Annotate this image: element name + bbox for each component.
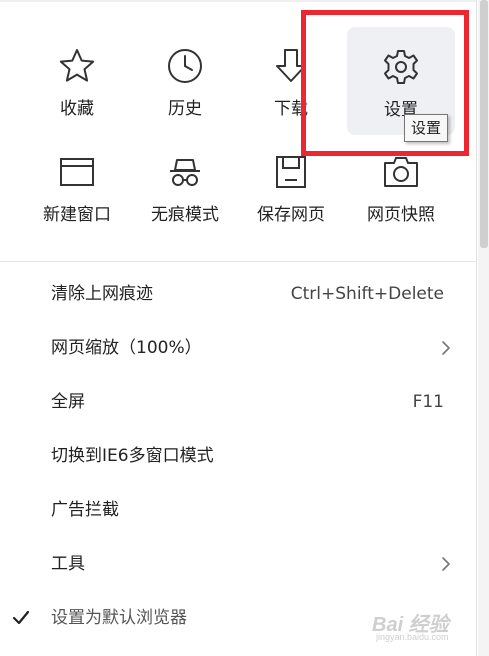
save-page-label: 保存网页 xyxy=(257,205,325,225)
clock-icon xyxy=(165,46,205,86)
panel-edge xyxy=(476,0,477,656)
quick-favorites-button[interactable]: 收藏 xyxy=(23,26,131,134)
window-icon xyxy=(57,152,97,192)
top-border xyxy=(0,0,476,2)
menu-item-ie6-mode[interactable]: 切换到IE6多窗口模式 xyxy=(0,429,476,483)
menu-item-label: 全屏 xyxy=(51,392,85,412)
chevron-right-icon xyxy=(438,556,454,572)
incognito-icon xyxy=(165,152,205,192)
menu-item-label: 清除上网痕迹 xyxy=(51,284,153,304)
menu-item-label: 切换到IE6多窗口模式 xyxy=(51,446,214,466)
quick-history-button[interactable]: 历史 xyxy=(131,26,239,134)
menu-item-label: 网页缩放（100%） xyxy=(51,338,202,358)
save-icon xyxy=(271,152,311,192)
menu-item-shortcut: Ctrl+Shift+Delete xyxy=(290,284,444,304)
favorites-label: 收藏 xyxy=(60,99,94,119)
menu-item-label: 广告拦截 xyxy=(51,500,119,520)
menu-item-label: 设置为默认浏览器 xyxy=(51,608,187,628)
quick-new-window-button[interactable]: 新建窗口 xyxy=(23,132,131,240)
menu-item-clear-history[interactable]: 清除上网痕迹 Ctrl+Shift+Delete xyxy=(0,267,476,321)
watermark-sub: jingyan.baidu.com xyxy=(376,632,449,642)
menu-item-ad-block[interactable]: 广告拦截 xyxy=(0,483,476,537)
menu-divider xyxy=(0,261,476,262)
scrollbar-thumb[interactable] xyxy=(480,0,488,248)
menu-item-shortcut: F11 xyxy=(412,392,444,412)
browser-menu-panel: 收藏 历史 下载 设置 新建窗口 无痕模式 保存网页 网页快照 设置 清除上网痕… xyxy=(0,0,489,656)
baidu-watermark: Bai 经验 jingyan.baidu.com xyxy=(372,608,468,648)
new-window-label: 新建窗口 xyxy=(43,205,111,225)
menu-item-tools[interactable]: 工具 xyxy=(0,537,476,591)
snapshot-label: 网页快照 xyxy=(367,205,435,225)
incognito-label: 无痕模式 xyxy=(151,205,219,225)
menu-item-zoom[interactable]: 网页缩放（100%） xyxy=(0,321,476,375)
settings-tooltip: 设置 xyxy=(404,114,449,142)
chevron-right-icon xyxy=(438,340,454,356)
quick-incognito-button[interactable]: 无痕模式 xyxy=(131,132,239,240)
history-label: 历史 xyxy=(168,99,202,119)
menu-item-fullscreen[interactable]: 全屏 F11 xyxy=(0,375,476,429)
camera-icon xyxy=(381,152,421,192)
checkmark-icon xyxy=(11,608,31,628)
menu-item-label: 工具 xyxy=(51,554,85,574)
star-icon xyxy=(57,46,97,86)
